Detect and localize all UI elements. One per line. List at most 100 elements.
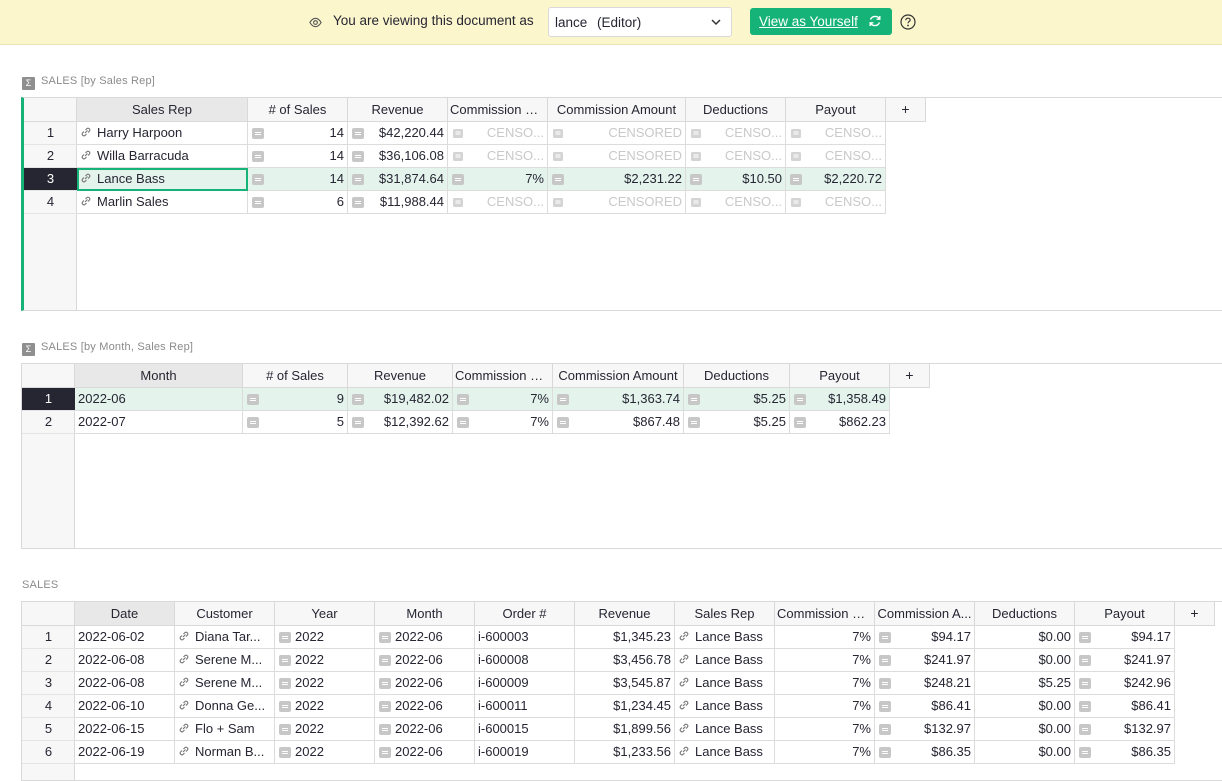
table-cell[interactable]: 2022-06-08 — [75, 649, 175, 672]
column-header[interactable]: Commission Amount — [553, 364, 684, 388]
column-header[interactable]: Sales Rep — [77, 98, 248, 122]
row-number[interactable]: 6 — [22, 741, 75, 764]
column-header[interactable]: Month — [375, 602, 475, 626]
table-cell[interactable]: $11,988.44 — [348, 191, 448, 214]
help-icon[interactable] — [900, 14, 916, 30]
table-cell[interactable]: CENSO... — [686, 145, 786, 168]
table-cell[interactable]: 2022-06-15 — [75, 718, 175, 741]
column-header[interactable]: Deductions — [686, 98, 786, 122]
column-header[interactable]: # of Sales — [248, 98, 348, 122]
row-number[interactable]: 5 — [22, 718, 75, 741]
table-cell[interactable]: 7% — [775, 626, 875, 649]
table-cell[interactable]: $867.48 — [553, 411, 684, 434]
table-cell[interactable]: $242.96 — [1075, 672, 1175, 695]
table-cell[interactable]: $94.17 — [1075, 626, 1175, 649]
column-header[interactable]: Payout — [1075, 602, 1175, 626]
column-header[interactable]: Commission R... — [775, 602, 875, 626]
table-cell[interactable]: 9 — [243, 388, 348, 411]
table-cell[interactable]: $3,456.78 — [575, 649, 675, 672]
table-cell[interactable]: Willa Barracuda — [77, 145, 248, 168]
table-cell[interactable]: Lance Bass — [675, 741, 775, 764]
table-cell[interactable]: 2022-06-08 — [75, 672, 175, 695]
column-header[interactable]: Revenue — [348, 364, 453, 388]
row-number[interactable]: 4 — [24, 191, 77, 214]
table-cell[interactable]: $94.17 — [875, 626, 975, 649]
table-cell[interactable]: 2022-06 — [375, 672, 475, 695]
table-cell[interactable]: $36,106.08 — [348, 145, 448, 168]
table-cell[interactable]: $86.35 — [875, 741, 975, 764]
grid-by-month-sales-rep[interactable]: Month # of Sales Revenue Commission R... Com… — [21, 363, 1222, 549]
table-cell[interactable]: $0.00 — [975, 718, 1075, 741]
table-cell[interactable]: Diana Tar... — [175, 626, 275, 649]
table-cell[interactable]: $1,358.49 — [790, 388, 890, 411]
column-header[interactable]: Commission R... — [448, 98, 548, 122]
table-cell[interactable]: $241.97 — [875, 649, 975, 672]
user-select[interactable]: lance (Editor) — [548, 7, 732, 37]
table-cell[interactable]: $1,234.45 — [575, 695, 675, 718]
table-cell[interactable]: $0.00 — [975, 741, 1075, 764]
table-cell[interactable]: CENSO... — [686, 122, 786, 145]
row-number[interactable]: 3 — [24, 168, 77, 191]
table-cell[interactable]: CENSO... — [448, 145, 548, 168]
column-header[interactable]: Deductions — [684, 364, 790, 388]
row-number[interactable]: 1 — [22, 626, 75, 649]
table-cell[interactable]: $12,392.62 — [348, 411, 453, 434]
table-cell[interactable]: 7% — [775, 695, 875, 718]
table-cell[interactable]: Serene M... — [175, 672, 275, 695]
table-cell[interactable]: 2022-07 — [75, 411, 243, 434]
row-number[interactable]: 2 — [24, 145, 77, 168]
table-cell[interactable]: Lance Bass — [675, 695, 775, 718]
table-cell[interactable]: 7% — [775, 741, 875, 764]
table-cell[interactable]: $0.00 — [975, 695, 1075, 718]
table-cell[interactable]: $1,363.74 — [553, 388, 684, 411]
column-header[interactable]: Customer — [175, 602, 275, 626]
column-header[interactable]: Revenue — [348, 98, 448, 122]
table-cell[interactable]: $0.00 — [975, 649, 1075, 672]
table-cell[interactable]: Donna Ge... — [175, 695, 275, 718]
column-header[interactable]: Year — [275, 602, 375, 626]
table-cell[interactable]: CENSO... — [686, 191, 786, 214]
table-cell[interactable]: $1,233.56 — [575, 741, 675, 764]
column-header[interactable]: Sales Rep — [675, 602, 775, 626]
table-cell[interactable]: $1,345.23 — [575, 626, 675, 649]
table-cell[interactable]: 2022 — [275, 695, 375, 718]
table-cell[interactable]: i-600009 — [475, 672, 575, 695]
column-header[interactable]: Deductions — [975, 602, 1075, 626]
table-cell[interactable]: 2022-06 — [375, 649, 475, 672]
table-cell[interactable]: $5.25 — [975, 672, 1075, 695]
column-header[interactable]: Order # — [475, 602, 575, 626]
column-header[interactable]: Commission Amount — [548, 98, 686, 122]
table-cell[interactable]: 5 — [243, 411, 348, 434]
table-cell[interactable]: 7% — [775, 718, 875, 741]
column-header[interactable]: Payout — [790, 364, 890, 388]
table-cell[interactable]: i-600019 — [475, 741, 575, 764]
table-cell[interactable]: i-600003 — [475, 626, 575, 649]
table-cell[interactable]: $31,874.64 — [348, 168, 448, 191]
row-number[interactable]: 2 — [22, 649, 75, 672]
grid-sales[interactable]: Date Customer Year Month Order # Revenue Sales… — [21, 601, 1222, 781]
table-cell[interactable]: 2022 — [275, 649, 375, 672]
table-cell[interactable]: 2022 — [275, 672, 375, 695]
table-cell[interactable]: 7% — [775, 649, 875, 672]
table-cell[interactable]: $0.00 — [975, 626, 1075, 649]
column-header[interactable]: Revenue — [575, 602, 675, 626]
column-header[interactable]: Payout — [786, 98, 886, 122]
table-cell[interactable]: $5.25 — [684, 388, 790, 411]
row-number[interactable]: 2 — [22, 411, 75, 434]
column-header[interactable]: # of Sales — [243, 364, 348, 388]
table-cell[interactable]: $132.97 — [1075, 718, 1175, 741]
table-cell[interactable]: 2022-06-02 — [75, 626, 175, 649]
table-cell[interactable]: 7% — [453, 411, 553, 434]
row-number[interactable]: 3 — [22, 672, 75, 695]
table-cell[interactable]: Harry Harpoon — [77, 122, 248, 145]
table-cell[interactable]: CENSO... — [448, 191, 548, 214]
table-cell[interactable]: $86.41 — [1075, 695, 1175, 718]
table-cell[interactable]: CENSORED — [548, 122, 686, 145]
table-cell[interactable]: $2,220.72 — [786, 168, 886, 191]
table-cell[interactable]: Lance Bass — [77, 168, 248, 191]
row-number[interactable]: 1 — [24, 122, 77, 145]
add-column-button[interactable]: + — [886, 98, 926, 122]
table-cell[interactable]: Flo + Sam — [175, 718, 275, 741]
table-cell[interactable]: CENSO... — [786, 145, 886, 168]
table-cell[interactable]: 2022-06 — [375, 695, 475, 718]
